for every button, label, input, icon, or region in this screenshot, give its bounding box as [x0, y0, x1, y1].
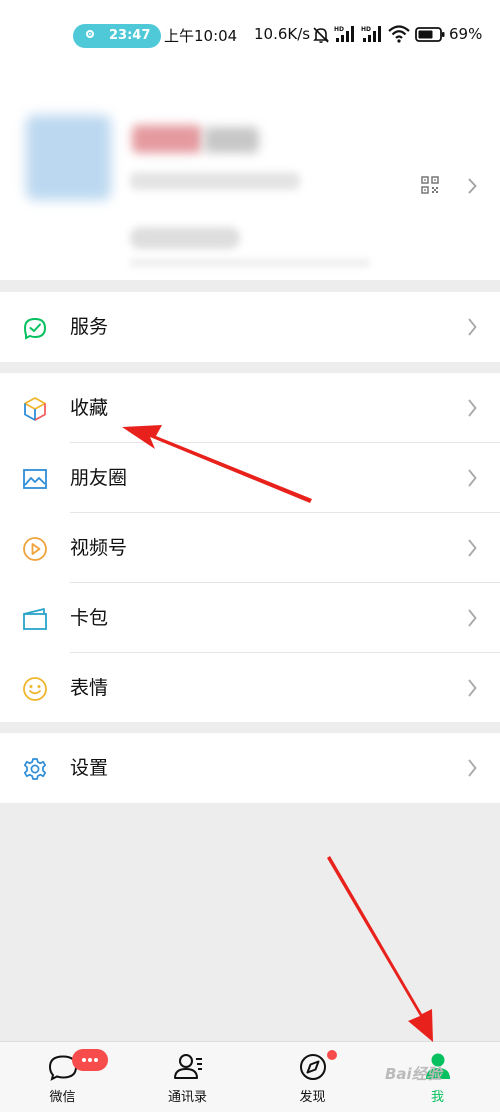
chevron-right-icon [468, 318, 477, 336]
nickname-blurred [132, 125, 202, 153]
watermark-logo: Bai经验 [385, 1065, 442, 1083]
wechat-id-blurred [130, 172, 300, 190]
status-time: 上午10:04 [164, 27, 238, 45]
call-indicator-icon [86, 30, 94, 38]
battery-icon [415, 27, 445, 42]
menu-label-stickers: 表情 [70, 677, 109, 699]
play-circle-icon [23, 537, 47, 561]
chevron-right-icon [468, 539, 477, 557]
battery-level: 69% [449, 25, 483, 43]
chevron-right-icon [468, 469, 477, 487]
cube-icon [24, 397, 46, 421]
services-icon [23, 317, 47, 340]
smiley-icon [23, 677, 47, 701]
contacts-icon [174, 1054, 202, 1079]
chevron-right-icon [468, 399, 477, 417]
chevron-right-icon [468, 759, 477, 777]
tab-label-contacts: 通讯录 [167, 1090, 207, 1105]
wifi-icon [388, 25, 410, 43]
profile-header[interactable] [0, 70, 500, 280]
call-timer: 23:47 [109, 28, 151, 43]
wallet-icon [23, 608, 47, 630]
menu-label-settings: 设置 [70, 757, 109, 779]
menu-item-channels[interactable]: 视频号 [0, 513, 500, 583]
menu-group-main: 收藏 朋友圈 视频号 卡包 表情 [0, 373, 500, 722]
menu-item-settings[interactable]: 设置 [0, 733, 500, 803]
svg-text:HD: HD [361, 26, 371, 33]
menu-item-stickers[interactable]: 表情 [0, 653, 500, 723]
chevron-right-icon [468, 679, 477, 697]
status-bar: 23:47 上午10:04 10.6K/s HD HD 69% [0, 0, 500, 70]
menu-item-moments[interactable]: 朋友圈 [0, 443, 500, 513]
tab-chats[interactable]: 微信 [0, 1042, 125, 1112]
svg-text:HD: HD [334, 26, 344, 33]
menu-label-channels: 视频号 [70, 537, 128, 559]
signal-hd-2-icon: HD [361, 26, 381, 42]
avatar[interactable] [26, 115, 111, 200]
chevron-right-icon [468, 609, 477, 627]
menu-group-settings: 设置 [0, 733, 500, 803]
network-speed: 10.6K/s [254, 25, 311, 43]
menu-item-services[interactable]: 服务 [0, 292, 500, 362]
compass-icon [300, 1054, 326, 1080]
menu-label-moments: 朋友圈 [70, 467, 128, 489]
unread-more-badge [72, 1049, 108, 1071]
mute-icon [313, 27, 329, 43]
tab-label-discover: 发现 [299, 1090, 326, 1105]
menu-item-favorites[interactable]: 收藏 [0, 373, 500, 443]
qr-code-icon[interactable] [421, 176, 439, 194]
nickname-blurred-extra [204, 127, 259, 153]
tab-label-me: 我 [430, 1090, 444, 1105]
annotation-arrow-me-tab [327, 856, 433, 1042]
signal-hd-1-icon: HD [334, 26, 354, 42]
gear-icon [23, 758, 47, 780]
menu-group-services: 服务 [0, 292, 500, 362]
menu-label-favorites: 收藏 [70, 397, 109, 419]
chevron-right-icon[interactable] [467, 178, 477, 194]
status-button-blurred[interactable] [130, 227, 240, 249]
tab-discover[interactable]: 发现 [250, 1042, 375, 1112]
menu-label-cards: 卡包 [70, 607, 109, 629]
ongoing-call-pill[interactable]: 23:47 [73, 24, 161, 48]
menu-item-cards[interactable]: 卡包 [0, 583, 500, 653]
menu-label-services: 服务 [70, 316, 109, 338]
tab-label-chats: 微信 [49, 1090, 76, 1105]
tab-contacts[interactable]: 通讯录 [125, 1042, 250, 1112]
profile-subtext-blurred [130, 258, 370, 268]
image-icon [23, 469, 47, 489]
discover-dot-badge [327, 1050, 337, 1060]
